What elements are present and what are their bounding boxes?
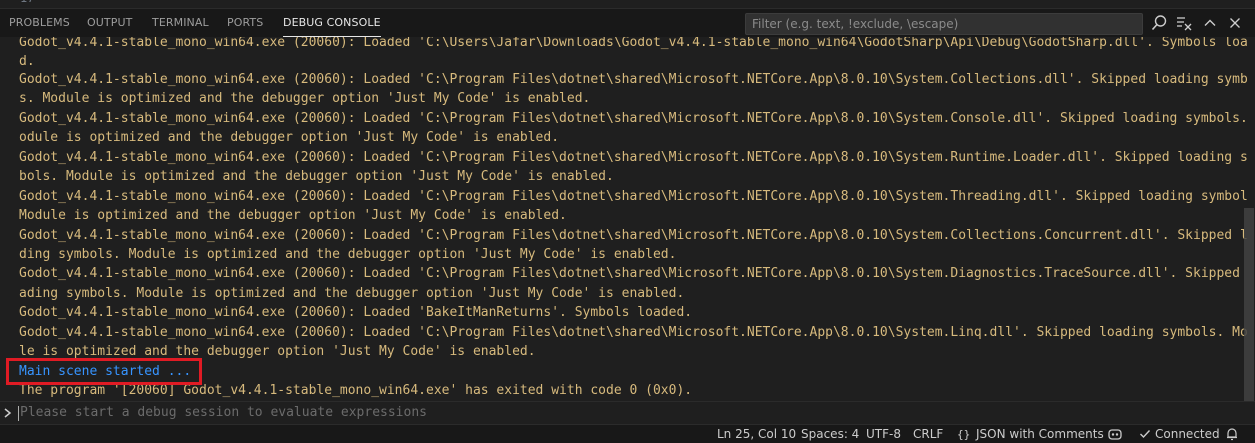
console-line: Godot_v4.4.1-stable_mono_win64.exe (2006… <box>19 325 1247 340</box>
maximize-panel-icon[interactable] <box>1200 13 1220 33</box>
text-caret <box>18 406 19 421</box>
console-scrollbar[interactable] <box>1244 208 1254 401</box>
close-panel-icon[interactable] <box>1225 13 1245 33</box>
console-line: bols. Module is optimized and the debugg… <box>19 169 614 184</box>
console-line: Godot_v4.4.1-stable_mono_win64.exe (2006… <box>19 72 1247 87</box>
tab-ports[interactable]: PORTS <box>227 9 263 38</box>
debug-console-output[interactable]: Godot_v4.4.1-stable_mono_win64.exe (2006… <box>0 37 1255 401</box>
console-line: Godot_v4.4.1-stable_mono_win64.exe (2006… <box>19 37 1247 50</box>
annotation-highlight-box <box>6 358 202 385</box>
console-line: Godot_v4.4.1-stable_mono_win64.exe (2006… <box>19 266 1247 281</box>
console-line: Godot_v4.4.1-stable_mono_win64.exe (2006… <box>19 189 1247 204</box>
braces-icon: {} <box>957 425 971 443</box>
console-line: s. Module is optimized and the debugger … <box>19 91 591 106</box>
console-line: ading symbols. Module is optimized and t… <box>19 286 685 301</box>
tab-problems[interactable]: PROBLEMS <box>9 9 70 38</box>
console-line: odule is optimized and the debugger opti… <box>19 130 560 145</box>
console-line: Module is optimized and the debugger opt… <box>19 208 567 223</box>
status-eol[interactable]: CRLF <box>913 425 943 443</box>
console-line: Godot_v4.4.1-stable_mono_win64.exe (2006… <box>19 305 693 320</box>
check-icon <box>1139 425 1151 443</box>
tab-debug-console[interactable]: DEBUG CONSOLE <box>283 9 381 38</box>
status-bar: Ln 25, Col 10 Spaces: 4 UTF-8 CRLF {} JS… <box>0 424 1255 443</box>
console-line: le is optimized and the debugger option … <box>19 344 536 359</box>
tab-output[interactable]: OUTPUT <box>87 9 132 38</box>
copilot-icon[interactable] <box>1107 425 1123 443</box>
console-line: Godot_v4.4.1-stable_mono_win64.exe (2006… <box>19 111 1247 126</box>
line-number-partial: 17 <box>20 0 34 5</box>
console-line: d. <box>19 54 35 69</box>
status-encoding[interactable]: UTF-8 <box>866 425 901 443</box>
repl-input-row[interactable]: Please start a debug session to evaluate… <box>0 401 1255 424</box>
console-line-main-scene-started: Main scene started ... <box>19 364 192 379</box>
panel-tab-bar: PROBLEMS OUTPUT TERMINAL PORTS DEBUG CON… <box>0 8 1255 37</box>
repl-input-placeholder[interactable]: Please start a debug session to evaluate… <box>20 402 427 424</box>
svg-text:{}: {} <box>957 428 970 441</box>
notifications-bell-icon[interactable] <box>1224 425 1240 443</box>
console-line-program-exited: The program '[20060] Godot_v4.4.1-stable… <box>19 383 693 398</box>
console-filter-input[interactable]: Filter (e.g. text, !exclude, \escape) <box>745 13 1143 35</box>
filter-search-icon[interactable] <box>1149 13 1169 33</box>
console-line: Godot_v4.4.1-stable_mono_win64.exe (2006… <box>19 228 1247 243</box>
chevron-right-icon <box>2 405 14 421</box>
status-language-mode[interactable]: JSON with Comments <box>976 425 1104 443</box>
console-line: ding symbols. Module is optimized and th… <box>19 247 677 262</box>
previous-panel-edge: 17 <box>0 0 1255 8</box>
status-connection[interactable]: Connected <box>1155 425 1220 443</box>
clear-console-icon[interactable] <box>1174 13 1194 33</box>
status-indentation[interactable]: Spaces: 4 <box>801 425 859 443</box>
console-line: Godot_v4.4.1-stable_mono_win64.exe (2006… <box>19 150 1247 165</box>
tab-terminal[interactable]: TERMINAL <box>152 9 209 38</box>
status-cursor-position[interactable]: Ln 25, Col 10 <box>717 425 796 443</box>
